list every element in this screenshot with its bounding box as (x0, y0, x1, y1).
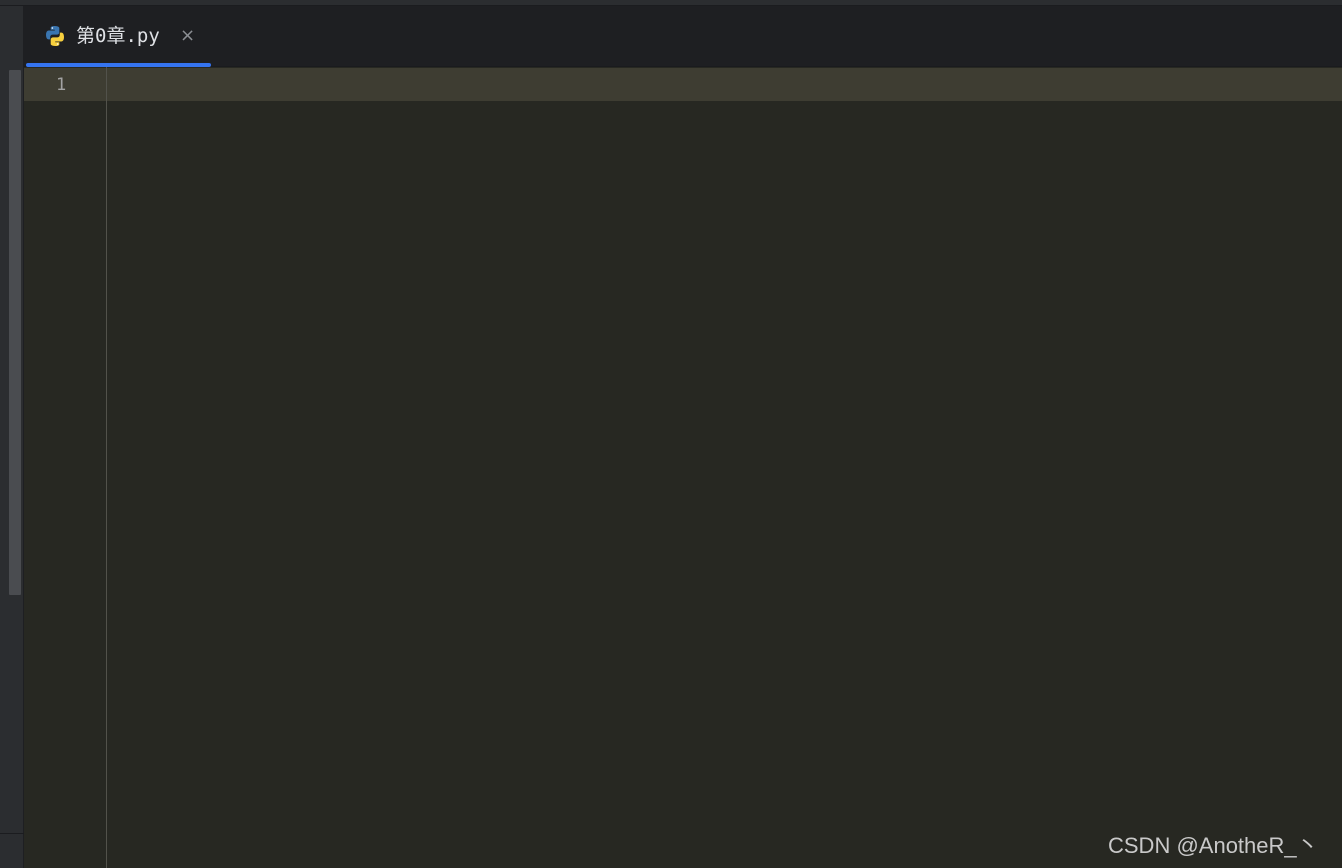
left-strip-divider (0, 833, 24, 834)
code-editor: 1 (24, 67, 1342, 868)
tab-file-label: 第0章.py (76, 25, 160, 47)
line-number: 1 (56, 75, 67, 95)
python-icon (44, 25, 66, 47)
editor-tab-bar: 第0章.py × (24, 6, 1342, 67)
close-icon[interactable]: × (180, 24, 195, 48)
gutter-divider (106, 67, 107, 868)
left-strip-scrollbar[interactable] (9, 70, 21, 595)
code-text-area[interactable] (108, 68, 1342, 868)
watermark: CSDN @AnotheR_丶 (1108, 833, 1319, 858)
tab-file[interactable]: 第0章.py × (26, 6, 212, 67)
